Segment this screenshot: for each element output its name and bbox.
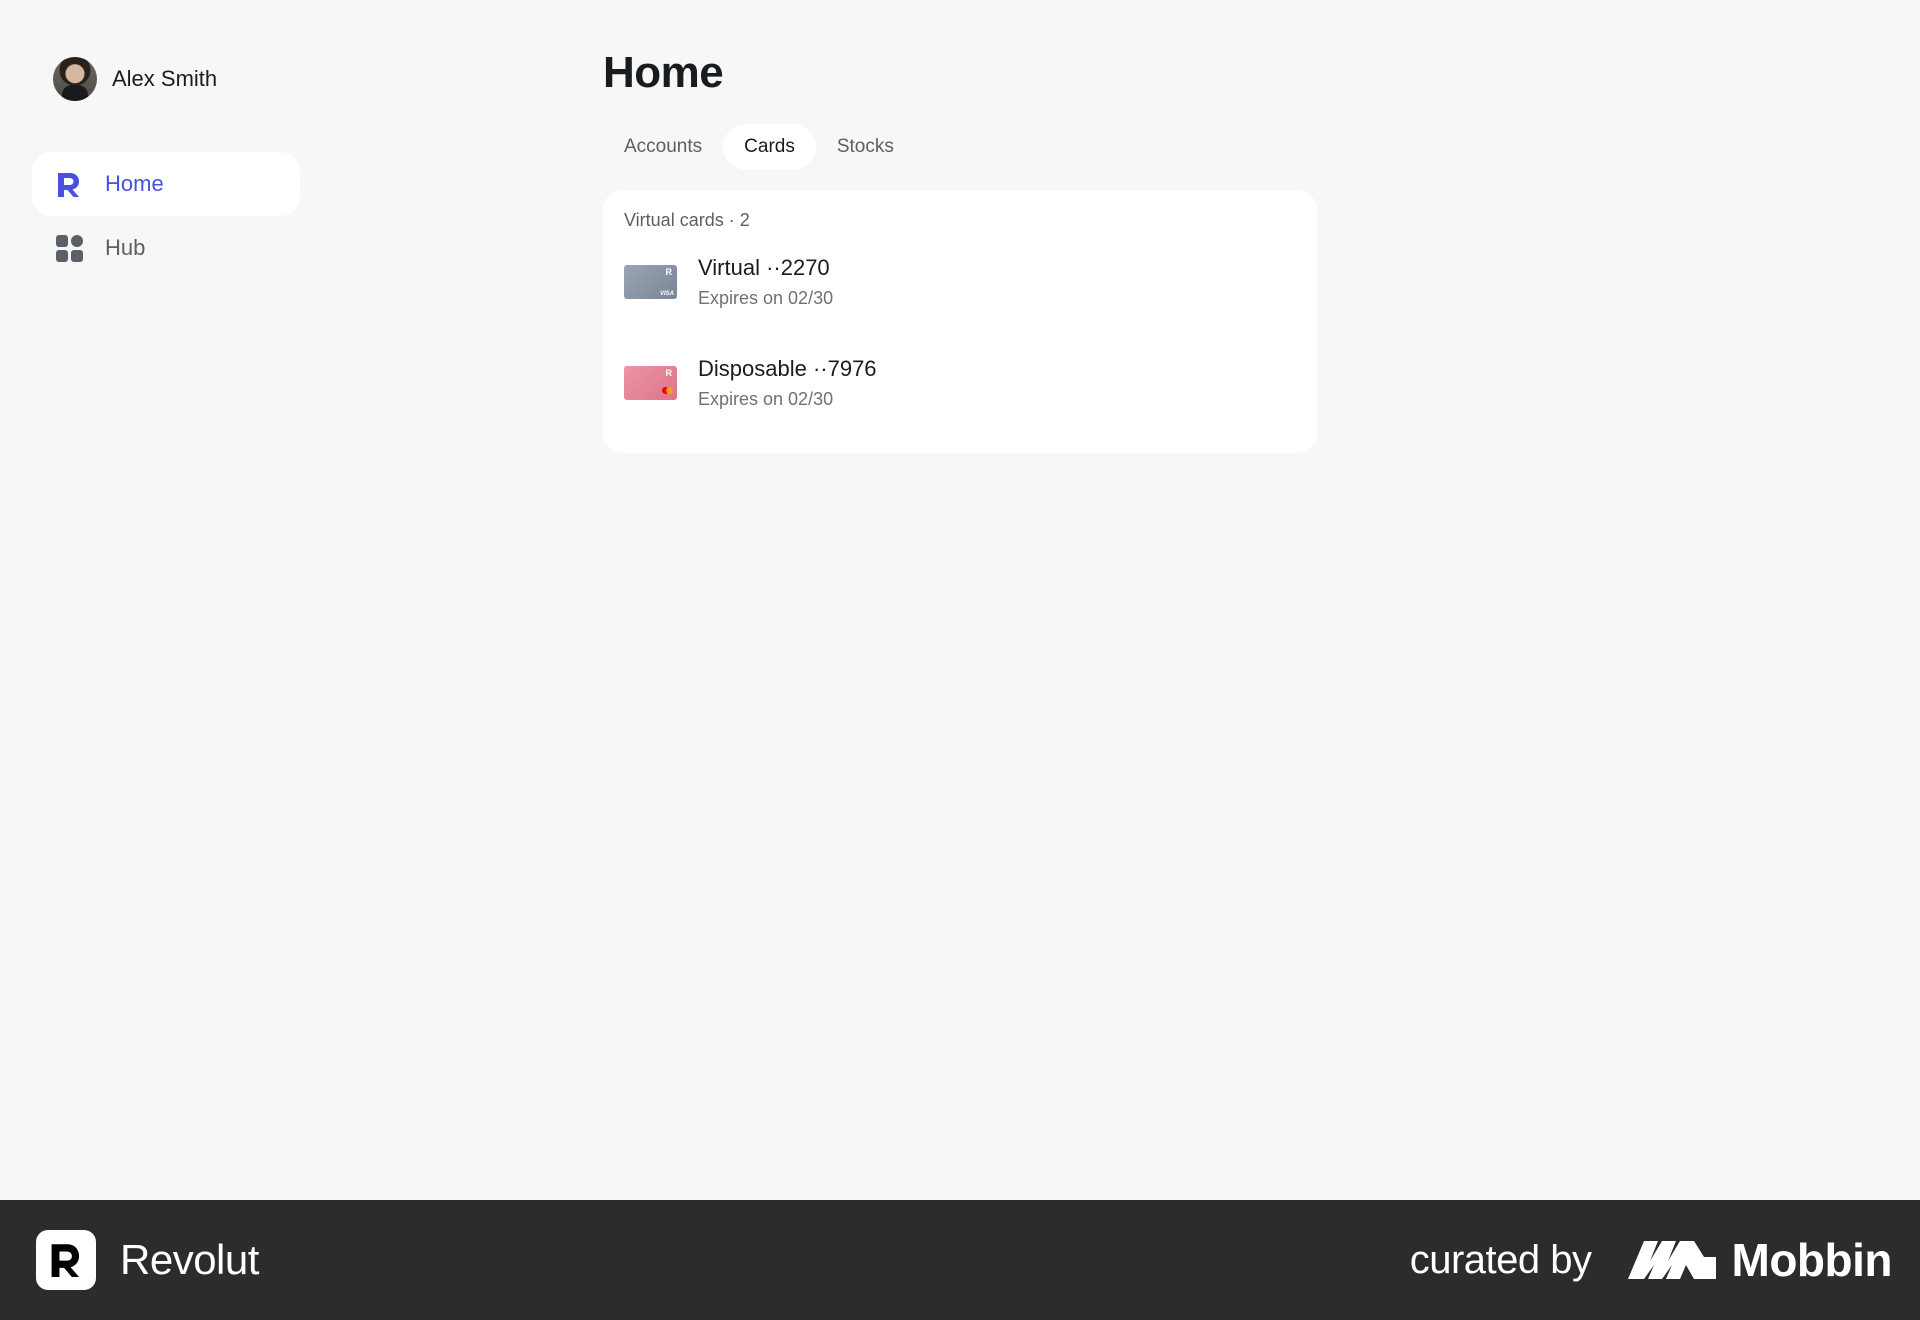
card-expiry: Expires on 02/30 xyxy=(698,287,834,308)
sidebar-item-label: Hub xyxy=(105,235,146,260)
card-item-virtual[interactable]: R VISA Virtual ··2270 Expires on 02/30 xyxy=(624,231,1296,332)
card-thumbnail-icon: R xyxy=(624,365,677,400)
mobbin-mark-icon xyxy=(1627,1241,1716,1279)
card-name: Disposable ··7976 xyxy=(698,355,877,381)
user-profile[interactable]: Alex Smith xyxy=(32,56,300,102)
revolut-app-icon xyxy=(36,1230,96,1290)
page-title: Home xyxy=(603,48,724,97)
sidebar-item-home[interactable]: Home xyxy=(32,152,300,216)
card-text: Disposable ··7976 Expires on 02/30 xyxy=(698,356,877,410)
tab-stocks[interactable]: Stocks xyxy=(816,124,915,170)
tab-accounts[interactable]: Accounts xyxy=(603,124,723,170)
card-name: Virtual ··2270 xyxy=(698,254,830,280)
panel-title: Virtual cards · 2 xyxy=(624,210,750,230)
mastercard-logo-icon xyxy=(662,386,673,395)
virtual-cards-panel: Virtual cards · 2 R VISA Virtual ··2270 … xyxy=(603,190,1317,453)
mobbin-logo: Mobbin xyxy=(1627,1233,1893,1287)
brand: Revolut xyxy=(36,1230,259,1290)
card-expiry: Expires on 02/30 xyxy=(698,388,834,409)
tab-bar: Accounts Cards Stocks xyxy=(603,124,1317,170)
brand-name: Revolut xyxy=(120,1236,259,1283)
sidebar-item-hub[interactable]: Hub xyxy=(32,216,300,280)
mobbin-name: Mobbin xyxy=(1731,1234,1893,1286)
curated-by: curated by Mobbin xyxy=(1409,1233,1893,1287)
visa-logo-icon: VISA xyxy=(659,290,674,297)
grid-apps-icon xyxy=(56,235,83,262)
card-thumbnail-icon: R VISA xyxy=(624,264,677,299)
revolut-logo-icon xyxy=(58,173,79,197)
tab-cards[interactable]: Cards xyxy=(723,124,816,170)
user-name: Alex Smith xyxy=(112,66,218,91)
curated-by-text: curated by xyxy=(1409,1237,1592,1282)
footer-banner: Revolut curated by Mobbin xyxy=(0,1200,1920,1320)
card-item-disposable[interactable]: R Disposable ··7976 Expires on 02/30 xyxy=(624,332,1296,433)
sidebar-nav: Home Hub xyxy=(32,152,300,280)
sidebar: Alex Smith Home Hub xyxy=(32,56,300,280)
avatar[interactable] xyxy=(53,57,97,101)
main-content: Home Accounts Cards Stocks Virtual cards… xyxy=(603,48,1317,453)
sidebar-item-label: Home xyxy=(105,171,164,196)
card-text: Virtual ··2270 Expires on 02/30 xyxy=(698,255,833,309)
